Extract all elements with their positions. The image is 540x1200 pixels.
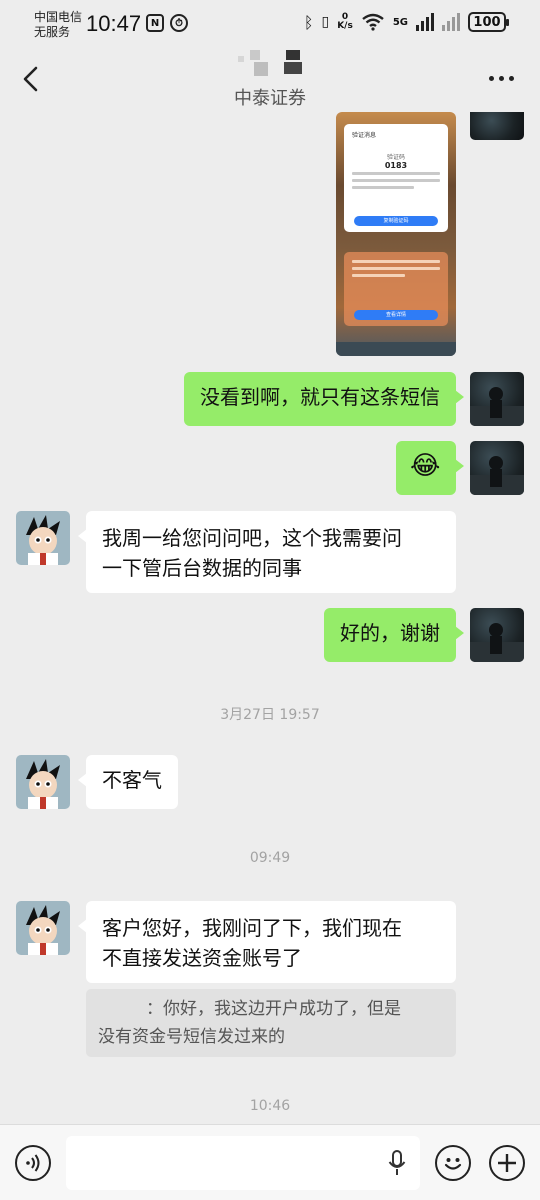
signal-icon: [416, 13, 434, 31]
image-card: 验证消息 验证码 0183 复制验证码: [344, 124, 448, 232]
image-bottom-bar: [336, 342, 456, 356]
chat-title: 中泰证券: [234, 88, 306, 109]
quote-line: 没有资金号短信发过来的: [98, 1027, 285, 1047]
message-bubble-me[interactable]: 好的，谢谢: [324, 608, 464, 662]
message-text: 我周一给您问问吧，这个我需要问: [102, 526, 402, 550]
alarm-icon: ⏱: [170, 14, 188, 32]
status-right-icons: ᛒ ▯ 0 K/s 5G 100: [303, 12, 509, 32]
battery-icon: 100: [468, 12, 509, 32]
avatar-image: [16, 511, 70, 565]
avatar[interactable]: [470, 112, 524, 140]
avatar[interactable]: [470, 441, 524, 495]
nfc-icon: N: [146, 14, 164, 32]
service-status: 无服务: [34, 25, 71, 39]
message-text: 好的，谢谢: [340, 621, 440, 645]
avatar-image: [470, 623, 524, 662]
avatar[interactable]: [470, 608, 524, 662]
image-code-value: 0183: [384, 161, 408, 170]
avatar-image: [16, 755, 70, 809]
image-text-lines-2: [352, 260, 440, 281]
voice-icon[interactable]: [15, 1145, 51, 1181]
message-bubble-me[interactable]: 没看到啊，就只有这条短信: [184, 372, 464, 426]
carrier-info: 中国电信 无服务: [34, 10, 82, 40]
avatar-image: [470, 387, 524, 426]
avatar[interactable]: [470, 372, 524, 426]
timestamp: 10:46: [249, 1098, 291, 1114]
net-speed-unit: K/s: [337, 21, 353, 31]
message-text: 客户您好，我刚问了下，我们现在: [102, 916, 402, 940]
message-text: 不客气: [102, 768, 162, 792]
microphone-icon[interactable]: [388, 1150, 406, 1176]
image-card-2: 查看详情: [344, 252, 448, 326]
avatar-image: [16, 901, 70, 955]
status-time: 10:47: [86, 11, 142, 36]
message-bubble-other[interactable]: 客户您好，我刚问了下，我们现在 不直接发送资金账号了: [78, 901, 456, 983]
image-code-label: 验证码: [386, 154, 405, 161]
redacted-name-image: [238, 50, 302, 76]
plus-icon[interactable]: [489, 1145, 525, 1181]
message-text: 没看到啊，就只有这条短信: [200, 385, 440, 409]
image-text-lines: [352, 172, 440, 193]
net-speed: 0 K/s: [337, 13, 353, 31]
vibrate-icon: ▯: [321, 14, 330, 30]
emoji-bubble-me[interactable]: 😂: [396, 441, 464, 495]
quote-line: ：你好，我这边开户成功了，但是: [146, 999, 401, 1019]
avatar[interactable]: [16, 511, 70, 565]
bluetooth-icon: ᛒ: [303, 12, 314, 32]
timestamp: 09:49: [249, 850, 291, 866]
chat-header: 中泰证券: [0, 50, 540, 110]
image-detail-button: 查看详情: [354, 310, 438, 320]
network-type: 5G: [392, 16, 408, 28]
message-bubble-other[interactable]: 不客气: [78, 755, 178, 809]
avatar[interactable]: [16, 755, 70, 809]
quoted-message[interactable]: ：你好，我这边开户成功了，但是 没有资金号短信发过来的: [86, 989, 456, 1057]
avatar[interactable]: [16, 901, 70, 955]
avatar-image: [470, 456, 524, 495]
image-code: 验证码 0183: [344, 152, 448, 170]
timestamp: 3月27日 19:57: [220, 707, 320, 723]
carrier-name: 中国电信: [34, 10, 83, 24]
message-text: 不直接发送资金账号了: [102, 946, 302, 970]
message-input[interactable]: [66, 1136, 420, 1190]
message-text: 一下管后台数据的同事: [102, 556, 302, 580]
battery-level: 100: [473, 14, 501, 30]
message-bubble-other[interactable]: 我周一给您问问吧，这个我需要问 一下管后台数据的同事: [78, 511, 456, 593]
emoji-icon: 😂: [410, 451, 441, 481]
image-card-title: 验证消息: [352, 132, 377, 139]
quote-text: ：你好，我这边开户成功了，但是: [98, 995, 444, 1023]
input-bar: [0, 1124, 540, 1200]
wifi-icon: [362, 13, 384, 31]
more-dots-icon[interactable]: [489, 76, 514, 81]
image-copy-button: 复制验证码: [354, 216, 438, 226]
smile-icon[interactable]: [435, 1145, 471, 1181]
signal-2-icon: [442, 13, 460, 31]
status-left-icons: N ⏱: [146, 14, 188, 32]
status-bar: 中国电信 无服务 10:47 N ⏱ ᛒ ▯ 0 K/s 5G 100: [0, 0, 540, 50]
image-message[interactable]: 验证消息 验证码 0183 复制验证码 查看详情: [336, 112, 456, 356]
